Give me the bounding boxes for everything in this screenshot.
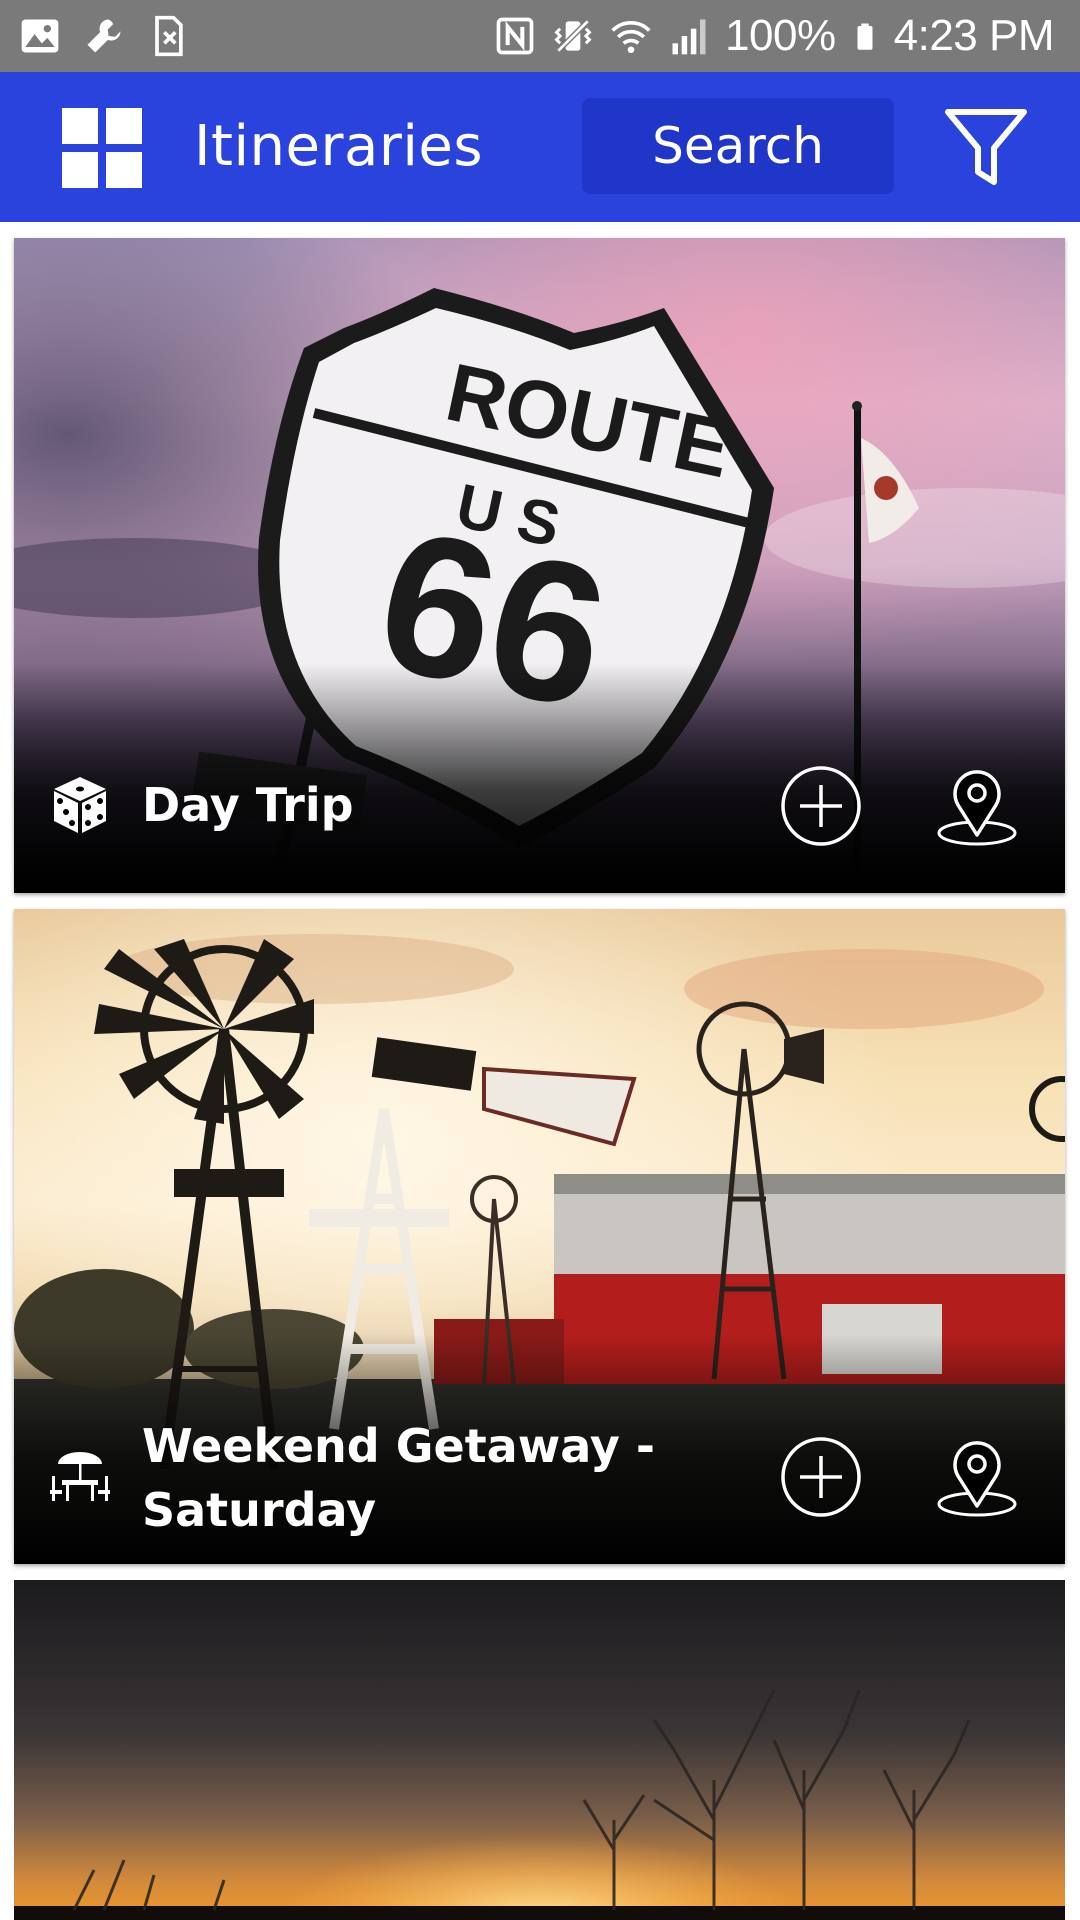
map-pin-icon[interactable] — [934, 763, 1020, 849]
page-title: Itineraries — [194, 114, 484, 179]
itinerary-card[interactable] — [14, 1580, 1065, 1920]
itinerary-card[interactable]: ROUTE U S 66 Day Trip — [14, 238, 1065, 893]
filter-icon[interactable] — [944, 106, 1028, 190]
clock: 4:23 PM — [893, 11, 1055, 60]
wifi-icon — [611, 20, 651, 54]
card-title: Weekend Getaway - Saturday — [142, 1419, 655, 1537]
card-footer: Weekend Getaway - Saturday — [14, 1394, 1065, 1564]
itinerary-card[interactable]: Weekend Getaway - Saturday — [14, 909, 1065, 1564]
add-circle-icon[interactable] — [778, 1434, 864, 1520]
sunset-image — [14, 1580, 1065, 1920]
signal-icon — [672, 19, 706, 55]
battery-percent: 100% — [725, 11, 836, 60]
nfc-icon — [496, 17, 534, 55]
image-icon — [21, 19, 59, 53]
search-button[interactable]: Search — [582, 98, 894, 194]
no-sim-icon — [155, 15, 183, 57]
picnic-table-icon — [50, 1452, 110, 1501]
grid-menu-icon[interactable] — [62, 108, 142, 188]
dice-icon — [54, 777, 106, 833]
app-bar: Itineraries Search — [0, 72, 1080, 222]
card-title: Day Trip — [142, 778, 354, 832]
status-right: 100% 4:23 PM — [493, 8, 1055, 64]
wrench-icon — [87, 19, 121, 53]
map-pin-icon[interactable] — [934, 1434, 1020, 1520]
card-footer: Day Trip — [14, 723, 1065, 893]
status-left-icons — [18, 14, 190, 58]
vibrate-icon — [554, 19, 592, 53]
battery-icon — [857, 23, 873, 50]
add-circle-icon[interactable] — [778, 763, 864, 849]
status-bar: 100% 4:23 PM — [0, 0, 1080, 72]
